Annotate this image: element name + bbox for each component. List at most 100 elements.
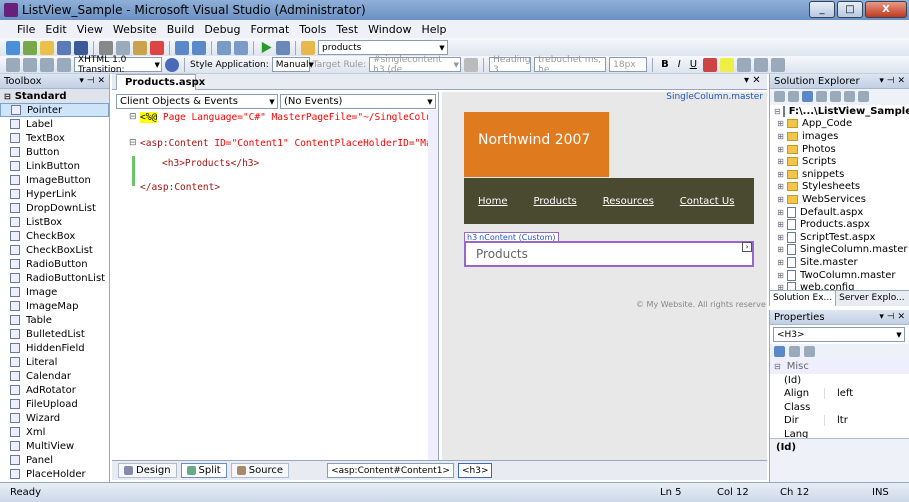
outdent-icon[interactable] [40,57,54,72]
expand-icon[interactable]: ⊞ [776,208,785,217]
tree-item[interactable]: ⊞ images [776,130,909,143]
expand-icon[interactable]: ⊞ [776,119,785,128]
collapse-icon[interactable]: ⊟ [129,112,137,122]
toolbox-item-listbox[interactable]: ListBox [0,215,109,229]
indent-icon[interactable] [23,57,37,72]
fore-color-icon[interactable] [703,57,718,72]
comment-icon[interactable] [57,57,71,72]
collapse-icon[interactable]: ⊟ [129,138,137,148]
toolbox-item-adrotator[interactable]: AdRotator [0,383,109,397]
toolbox-item-table[interactable]: Table [0,313,109,327]
menu-edit[interactable]: Edit [40,23,71,36]
asp-config-icon[interactable] [858,91,869,102]
align-left-icon[interactable] [6,57,20,72]
add-item-icon[interactable] [23,40,37,55]
tree-item[interactable]: ⊞ snippets [776,168,909,181]
numbered-list-icon[interactable] [754,57,769,72]
tree-root[interactable]: ⊟ F:\...\ListView_Sample\ [774,105,909,118]
menu-test[interactable]: Test [331,23,363,36]
justify-left-icon[interactable] [737,57,752,72]
expand-icon[interactable]: ⊞ [776,157,785,166]
menu-debug[interactable]: Debug [199,23,245,36]
validate-icon[interactable] [165,57,179,72]
maximize-button[interactable]: □ [837,1,863,18]
toolbox-item-checkboxlist[interactable]: CheckBoxList [0,243,109,257]
smart-tag-icon[interactable]: › [742,242,752,252]
breadcrumb-h3[interactable]: <h3> [457,463,493,478]
cut-icon[interactable] [99,40,113,55]
tab-solution-explorer[interactable]: Solution Ex... [770,291,837,306]
menu-format[interactable]: Format [246,23,295,36]
start-debugging-icon[interactable] [261,41,272,54]
expand-icon[interactable]: ⊞ [776,258,785,267]
toolbox-item-panel[interactable]: Panel [0,453,109,467]
property-category[interactable]: ⊟ Misc [770,360,909,374]
toolbox-item-dropdownlist[interactable]: DropDownList [0,201,109,215]
bullet-list-icon[interactable] [771,57,786,72]
underline-button[interactable]: U [687,59,700,70]
toolbox-item-button[interactable]: Button [0,145,109,159]
toolbox-item-textbox[interactable]: TextBox [0,131,109,145]
new-project-icon[interactable] [6,40,20,55]
toolbox-item-imagemap[interactable]: ImageMap [0,299,109,313]
nav-link-contact[interactable]: Contact Us [680,196,735,207]
expand-icon[interactable]: ⊞ [776,182,785,191]
tree-item[interactable]: ⊞ SingleColumn.master [776,244,909,257]
alphabetical-icon[interactable] [789,346,800,357]
tab-products-aspx[interactable]: Products.aspx [116,74,205,90]
close-document-icon[interactable]: ▾ ✕ [744,75,761,86]
toolbox-item-checkbox[interactable]: CheckBox [0,229,109,243]
toolbox-item-hiddenfield[interactable]: HiddenField [0,341,109,355]
categorized-icon[interactable] [774,346,785,357]
properties-icon[interactable] [774,91,785,102]
toolbox-item-fileupload[interactable]: FileUpload [0,397,109,411]
view-code-icon[interactable] [816,91,827,102]
toolbox-item-linkbutton[interactable]: LinkButton [0,159,109,173]
client-objects-combo[interactable]: Client Objects & Events ▼ [116,94,278,109]
tree-item[interactable]: ⊞ Scripts [776,155,909,168]
source-pane[interactable]: Client Objects & Events ▼ (No Events) ▼ ⊟ … [112,92,439,460]
italic-button[interactable]: I [675,59,684,70]
expand-icon[interactable]: ⊞ [776,271,785,280]
paste-icon[interactable] [133,40,147,55]
nav-link-home[interactable]: Home [478,196,508,207]
nest-files-icon[interactable] [802,91,813,102]
block-format-combo[interactable]: Heading 3 [489,55,532,75]
tree-item[interactable]: ⊞ Site.master [776,256,909,269]
tree-item[interactable]: ⊞ ScriptTest.aspx [776,231,909,244]
property-pages-icon[interactable] [804,346,815,357]
font-name-combo[interactable]: trebuchet ms, he [534,55,607,75]
expand-icon[interactable]: ⊞ [776,145,785,154]
find-combo[interactable]: products ▼ [318,40,448,55]
split-view-button[interactable]: Split [180,463,227,478]
tree-item[interactable]: ⊞ TwoColumn.master [776,269,909,282]
view-designer-icon[interactable] [830,91,841,102]
breadcrumb-content[interactable]: <asp:Content#Content1> [327,463,454,478]
browse-icon[interactable] [276,40,290,55]
expand-icon[interactable]: ⊞ [776,220,785,229]
menu-build[interactable]: Build [162,23,200,36]
toolbox-item-imagebutton[interactable]: ImageButton [0,173,109,187]
tree-item[interactable]: ⊞ Stylesheets [776,181,909,194]
events-combo[interactable]: (No Events) ▼ [280,94,438,109]
toolbox-item-hyperlink[interactable]: HyperLink [0,187,109,201]
products-heading[interactable]: Products [464,241,754,267]
tree-item[interactable]: ⊞ Photos [776,143,909,156]
menu-window[interactable]: Window [363,23,416,36]
copy-website-icon[interactable] [844,91,855,102]
toolbox-item-radiobutton[interactable]: RadioButton [0,257,109,271]
pin-icon[interactable]: ▾ ⊣ ✕ [879,76,909,86]
delete-icon[interactable] [150,40,164,55]
expand-icon[interactable]: ⊞ [776,132,785,141]
design-view-button[interactable]: Design [118,463,177,478]
save-all-icon[interactable] [74,40,88,55]
menu-file[interactable]: File [12,23,40,36]
property-row[interactable]: Dir ltr [770,414,909,428]
back-color-icon[interactable] [720,57,735,72]
toolbox-item-label[interactable]: Label [0,117,109,131]
target-rule-combo[interactable]: #singlecontent h3 (de ▼ [369,55,462,75]
toolbox-item-multiview[interactable]: MultiView [0,439,109,453]
style-application-combo[interactable]: Manual ▼ [271,57,314,72]
new-style-icon[interactable] [464,57,479,72]
property-value[interactable]: left [824,388,909,400]
